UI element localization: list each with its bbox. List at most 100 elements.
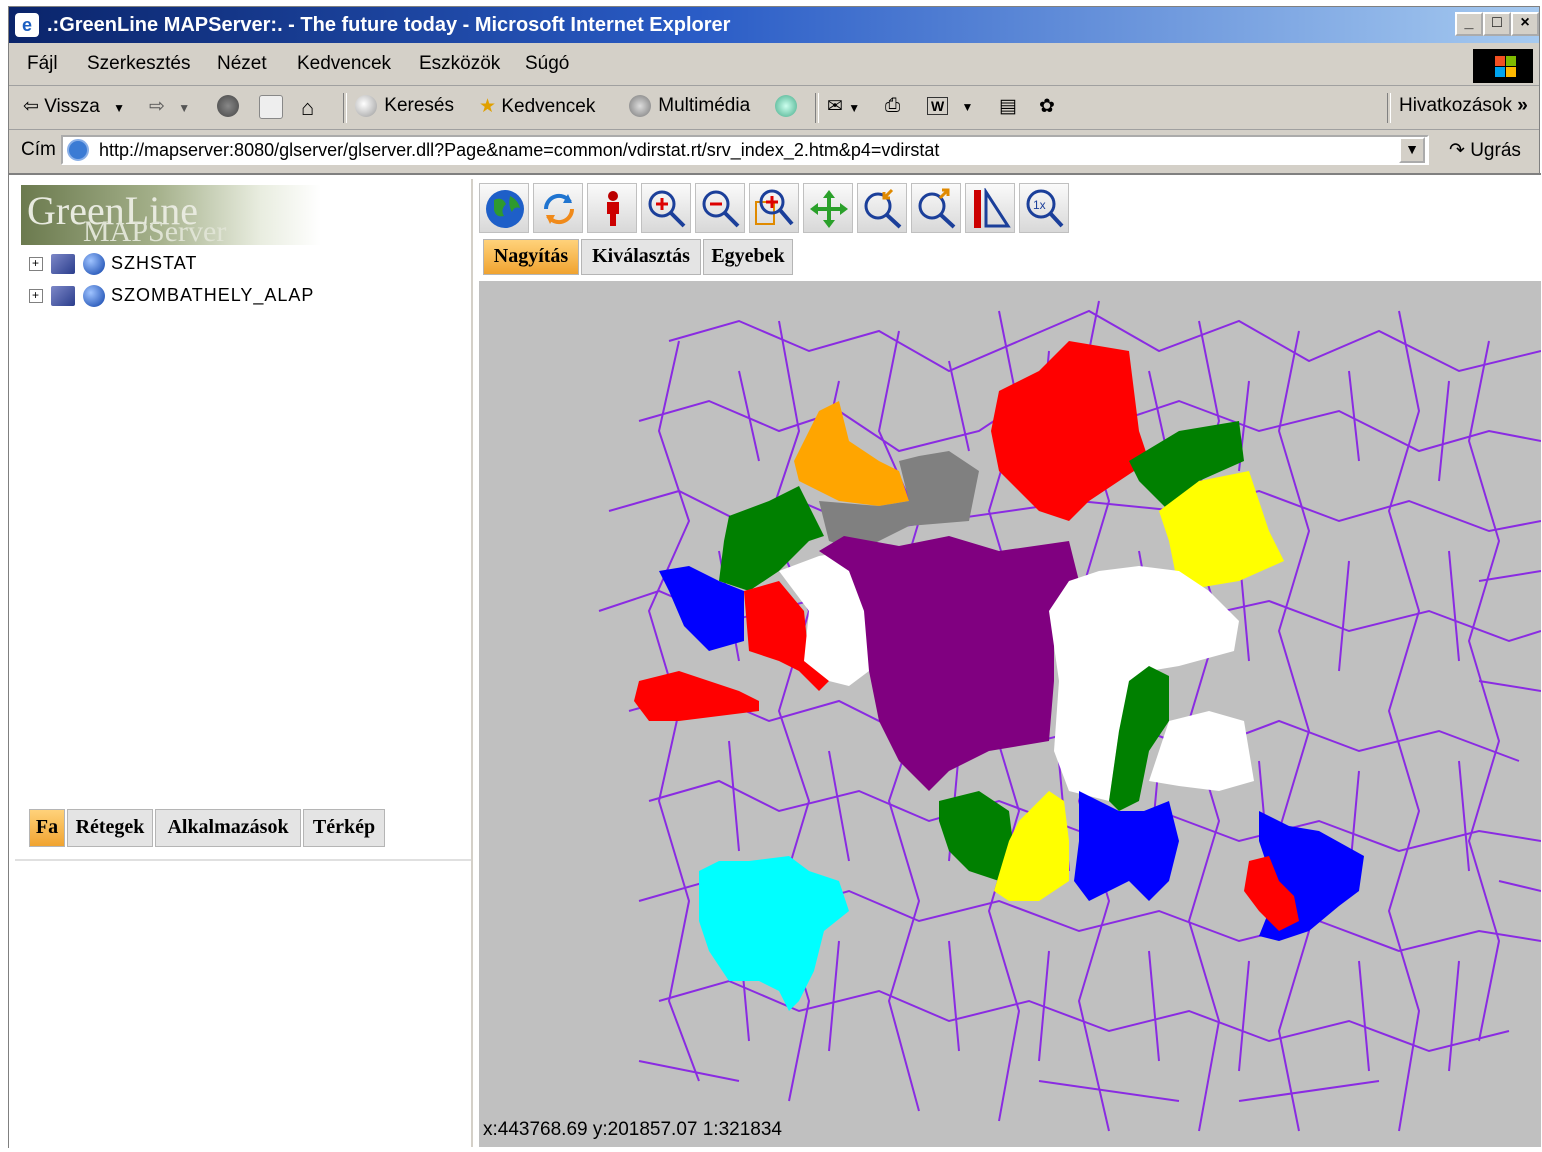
region-red bbox=[991, 341, 1149, 521]
map-status-coordinates: x:443768.69 y:201857.07 1:321834 bbox=[483, 1119, 782, 1141]
zoom-in-icon bbox=[648, 190, 686, 228]
menu-favorites[interactable]: Kedvencek bbox=[297, 53, 391, 75]
zoom-out-button[interactable] bbox=[695, 183, 745, 233]
zoom-next-button[interactable] bbox=[911, 183, 961, 233]
messenger-icon: ✿ bbox=[1039, 96, 1055, 117]
standard-toolbar: ⇦ Vissza ▼ ⇨ ▼ ⌂ Keresés ★ Kedvencek Mul… bbox=[9, 87, 1539, 130]
window-title: .:GreenLine MAPServer:. - The future tod… bbox=[47, 14, 731, 36]
greenline-logo: GreenLine MAPServer bbox=[21, 185, 321, 248]
tab-fa[interactable]: Fa bbox=[29, 809, 65, 847]
layer-book-icon bbox=[51, 286, 76, 307]
redraw-button[interactable] bbox=[533, 183, 583, 233]
zoom-prev-icon bbox=[864, 188, 902, 229]
search-label: Keresés bbox=[384, 95, 454, 117]
links-button[interactable]: Hivatkozások » bbox=[1399, 95, 1528, 117]
expand-icon[interactable]: + bbox=[29, 289, 43, 304]
zoom-box-button[interactable] bbox=[749, 183, 799, 233]
region-cyan-sw bbox=[699, 856, 849, 1011]
minimize-button[interactable]: _ bbox=[1455, 12, 1483, 36]
region-blue-s bbox=[1074, 791, 1179, 901]
search-button[interactable]: Keresés bbox=[355, 95, 454, 117]
refresh-button[interactable] bbox=[259, 95, 285, 119]
address-dropdown-button[interactable]: ▼ bbox=[1399, 137, 1425, 163]
full-extent-button[interactable] bbox=[479, 183, 529, 233]
info-button[interactable] bbox=[587, 183, 637, 233]
layer-book-icon bbox=[51, 254, 76, 275]
refresh-icon bbox=[259, 95, 283, 119]
zoom-in-button[interactable] bbox=[641, 183, 691, 233]
favorites-button[interactable]: ★ Kedvencek bbox=[479, 95, 595, 118]
forward-arrow-icon: ⇨ bbox=[149, 96, 165, 117]
media-label: Multimédia bbox=[658, 95, 751, 117]
map-panel: 1x Nagyítás Kiválasztás Egyebek x:443768… bbox=[479, 179, 1541, 1147]
stop-button[interactable] bbox=[217, 95, 241, 117]
tree-item-szhstat[interactable]: + SZHSTAT bbox=[29, 253, 198, 276]
edit-button[interactable]: W ▼ bbox=[927, 95, 973, 117]
tab-retegek[interactable]: Rétegek bbox=[67, 809, 153, 847]
word-icon: W bbox=[927, 97, 949, 115]
globe-icon bbox=[486, 190, 524, 228]
tree-item-label: SZOMBATHELY_ALAP bbox=[111, 285, 315, 305]
thematic-regions bbox=[634, 341, 1364, 1011]
menu-view[interactable]: Nézet bbox=[217, 53, 267, 75]
back-label: Vissza bbox=[44, 96, 100, 117]
mail-icon: ✉ bbox=[827, 96, 843, 117]
zoom-out-icon bbox=[702, 190, 740, 228]
panel-divider bbox=[15, 859, 471, 861]
menu-edit[interactable]: Szerkesztés bbox=[87, 53, 190, 75]
ie-logo-icon: e bbox=[15, 13, 39, 37]
search-icon bbox=[355, 95, 377, 117]
discuss-button[interactable]: ▤ bbox=[999, 95, 1017, 118]
menu-file[interactable]: Fájl bbox=[27, 53, 58, 75]
history-icon bbox=[775, 95, 797, 117]
media-icon bbox=[629, 95, 651, 117]
chevron-down-icon: ▼ bbox=[113, 101, 125, 115]
links-label: Hivatkozások bbox=[1399, 95, 1512, 116]
map-svg[interactable] bbox=[479, 281, 1541, 1147]
measure-button[interactable] bbox=[965, 183, 1015, 233]
page-icon bbox=[67, 139, 89, 161]
zoom-next-icon bbox=[918, 188, 956, 229]
media-button[interactable]: Multimédia bbox=[629, 95, 750, 117]
zoom-1x-icon: 1x bbox=[1026, 189, 1064, 228]
expand-icon[interactable]: + bbox=[29, 257, 43, 272]
tree-item-label: SZHSTAT bbox=[111, 253, 198, 273]
messenger-button[interactable]: ✿ bbox=[1039, 95, 1055, 118]
toolbar-separator bbox=[815, 93, 819, 123]
chevron-down-icon: ▼ bbox=[961, 100, 974, 114]
logo-line2: MAPServer bbox=[83, 215, 227, 248]
home-icon: ⌂ bbox=[301, 95, 315, 120]
history-button[interactable] bbox=[775, 95, 799, 117]
pan-button[interactable] bbox=[803, 183, 853, 233]
region-red-sw bbox=[634, 671, 759, 721]
menu-tools[interactable]: Eszközök bbox=[419, 53, 500, 75]
tab-terkep[interactable]: Térkép bbox=[303, 809, 385, 847]
maximize-button[interactable]: □ bbox=[1483, 12, 1511, 36]
map-canvas[interactable]: x:443768.69 y:201857.07 1:321834 bbox=[479, 281, 1541, 1147]
tab-nagyitas[interactable]: Nagyítás bbox=[483, 239, 579, 275]
back-button[interactable]: ⇦ Vissza ▼ bbox=[23, 95, 125, 118]
tab-egyebek[interactable]: Egyebek bbox=[703, 239, 793, 275]
zoom-previous-button[interactable] bbox=[857, 183, 907, 233]
links-chevron-icon: » bbox=[1517, 95, 1528, 116]
region-orange bbox=[794, 401, 909, 506]
menu-bar: Fájl Szerkesztés Nézet Kedvencek Eszközö… bbox=[9, 45, 1539, 86]
stop-icon bbox=[217, 95, 239, 117]
zoom-1x-button[interactable]: 1x bbox=[1019, 183, 1069, 233]
tab-alkalmazasok[interactable]: Alkalmazások bbox=[155, 809, 301, 847]
tab-kivalasztas[interactable]: Kiválasztás bbox=[581, 239, 701, 275]
print-button[interactable]: ⎙ bbox=[885, 95, 900, 117]
menu-help[interactable]: Súgó bbox=[525, 53, 569, 75]
address-input[interactable]: http://mapserver:8080/glserver/glserver.… bbox=[61, 135, 1429, 165]
close-button[interactable]: × bbox=[1511, 12, 1539, 36]
title-bar: e .:GreenLine MAPServer:. - The future t… bbox=[9, 7, 1539, 43]
tree-item-szombathely-alap[interactable]: + SZOMBATHELY_ALAP bbox=[29, 285, 315, 308]
mail-button[interactable]: ✉ ▼ bbox=[827, 95, 860, 118]
refresh-icon bbox=[543, 193, 575, 225]
go-button[interactable]: ↷ Ugrás bbox=[1449, 139, 1521, 162]
go-arrow-icon: ↷ bbox=[1449, 140, 1465, 161]
pan-figure-icon bbox=[607, 191, 619, 226]
forward-button[interactable]: ⇨ ▼ bbox=[149, 95, 190, 118]
favorites-label: Kedvencek bbox=[501, 96, 596, 117]
home-button[interactable]: ⌂ bbox=[301, 95, 314, 121]
